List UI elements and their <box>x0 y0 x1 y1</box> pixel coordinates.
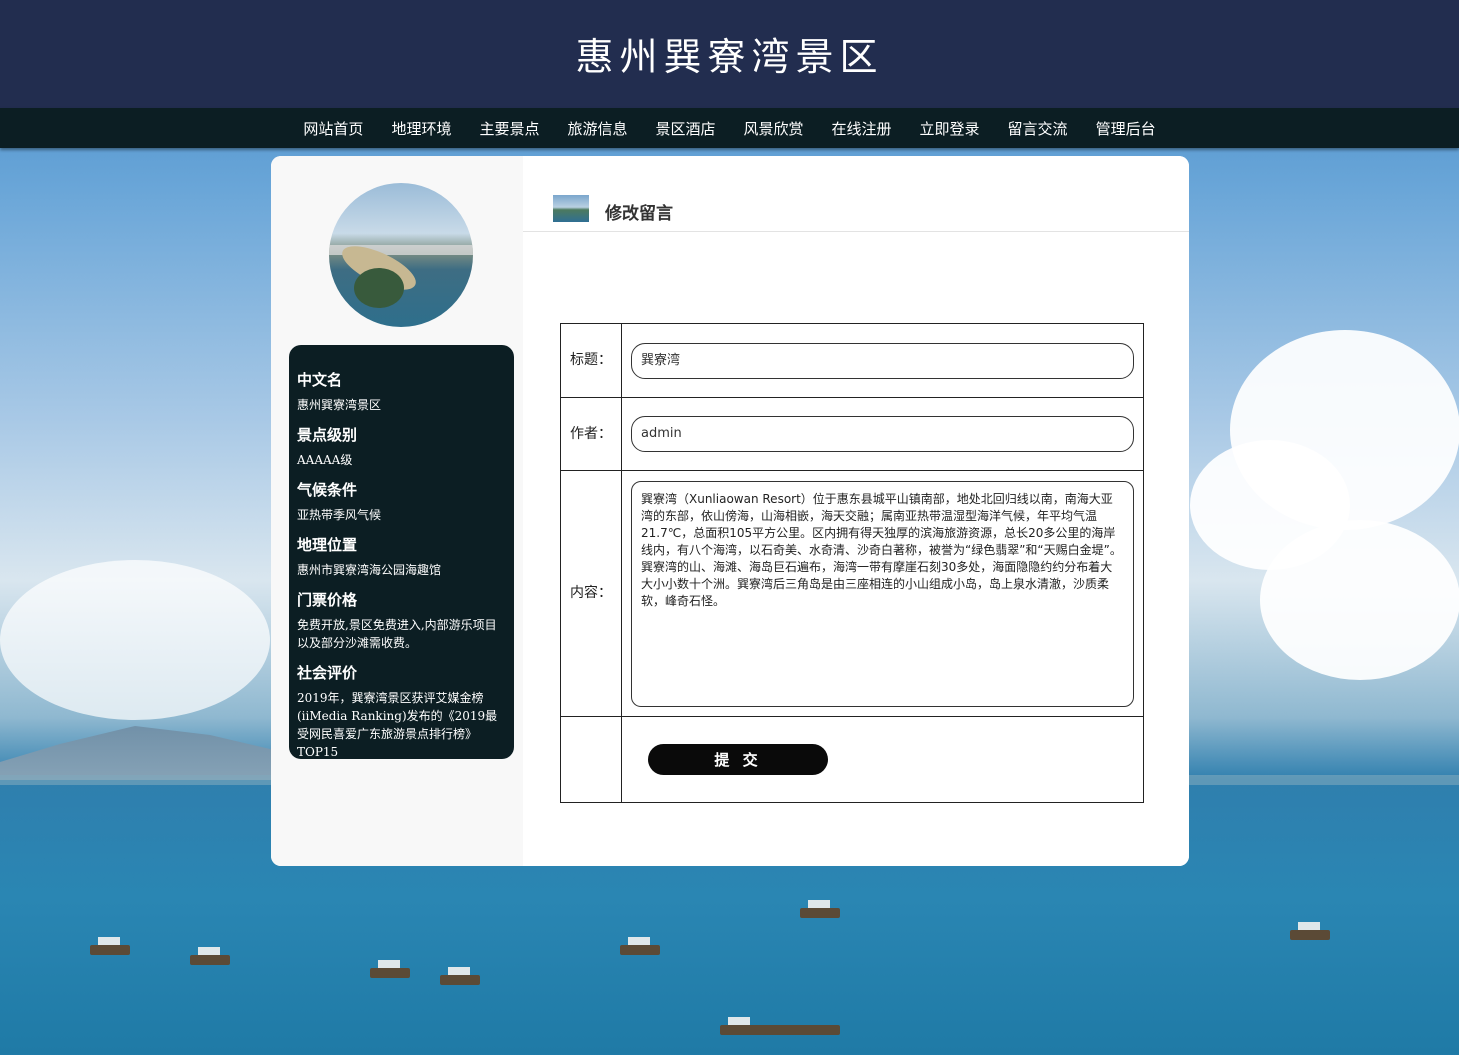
form-row-title: 标题： 巽寮湾 <box>560 323 1144 398</box>
sidebar: 中文名 惠州巽寮湾景区 景点级别 AAAAA级 气候条件 亚热带季风气候 地理位… <box>271 156 523 866</box>
background-boat <box>800 900 840 918</box>
background-boat <box>370 960 410 978</box>
info-heading-name: 中文名 <box>297 371 343 389</box>
info-heading-price: 门票价格 <box>297 591 358 609</box>
form-row-submit: 提 交 <box>560 716 1144 803</box>
info-value-climate: 亚热带季风气候 <box>297 508 382 522</box>
main-nav: 网站首页 地理环境 主要景点 旅游信息 景区酒店 风景欣赏 在线注册 立即登录 … <box>0 108 1459 148</box>
edit-message-form: 标题： 巽寮湾 作者： admin 内容： 巽寮湾（Xunliaowan Res… <box>560 323 1144 803</box>
background-boat <box>190 947 230 965</box>
info-heading-level: 景点级别 <box>297 426 358 444</box>
info-value-level: AAAAA级 <box>297 453 353 467</box>
site-title: 惠州巽寮湾景区 <box>575 35 884 79</box>
page-title: 修改留言 <box>605 204 673 224</box>
header-thumbnail-image <box>553 195 589 222</box>
submit-button[interactable]: 提 交 <box>648 744 828 775</box>
background-cloud <box>0 560 270 720</box>
background-boat <box>1290 922 1330 940</box>
submit-cell: 提 交 <box>621 716 1144 803</box>
scenic-avatar-image <box>329 183 473 327</box>
content-label: 内容： <box>560 470 622 717</box>
nav-item-login[interactable]: 立即登录 <box>920 118 980 139</box>
info-heading-climate: 气候条件 <box>297 481 358 499</box>
background-boat <box>90 937 130 955</box>
nav-item-travel-info[interactable]: 旅游信息 <box>567 118 627 139</box>
submit-label-cell <box>560 716 622 803</box>
scenic-info-box: 中文名 惠州巽寮湾景区 景点级别 AAAAA级 气候条件 亚热带季风气候 地理位… <box>289 345 514 759</box>
nav-item-attractions[interactable]: 主要景点 <box>479 118 539 139</box>
author-label: 作者： <box>560 397 622 471</box>
title-field-cell: 巽寮湾 <box>621 323 1144 398</box>
info-value-review: 2019年，巽寮湾景区获评艾媒金榜(iiMedia Ranking)发布的《20… <box>297 691 498 759</box>
site-header: 惠州巽寮湾景区 <box>0 0 1459 108</box>
background-mountain <box>0 726 300 780</box>
author-input[interactable]: admin <box>631 416 1134 452</box>
info-heading-location: 地理位置 <box>297 536 358 554</box>
background-boat <box>720 1017 840 1035</box>
form-row-content: 内容： 巽寮湾（Xunliaowan Resort）位于惠东县城平山镇南部，地处… <box>560 470 1144 717</box>
title-input[interactable]: 巽寮湾 <box>631 342 1134 379</box>
main-panel: 中文名 惠州巽寮湾景区 景点级别 AAAAA级 气候条件 亚热带季风气候 地理位… <box>271 156 1189 866</box>
info-heading-review: 社会评价 <box>297 664 358 682</box>
info-value-price: 免费开放,景区免费进入,内部游乐项目以及部分沙滩需收费。 <box>297 618 497 650</box>
content-field-cell: 巽寮湾（Xunliaowan Resort）位于惠东县城平山镇南部，地处北回归线… <box>621 470 1144 717</box>
avatar-hill <box>354 268 404 308</box>
form-row-author: 作者： admin <box>560 397 1144 471</box>
author-field-cell: admin <box>621 397 1144 471</box>
content-header: 修改留言 <box>523 156 1189 232</box>
content-textarea[interactable]: 巽寮湾（Xunliaowan Resort）位于惠东县城平山镇南部，地处北回归线… <box>631 480 1134 707</box>
background-boat <box>620 937 660 955</box>
nav-item-register[interactable]: 在线注册 <box>832 118 892 139</box>
info-value-name: 惠州巽寮湾景区 <box>297 398 382 412</box>
nav-item-messages[interactable]: 留言交流 <box>1008 118 1068 139</box>
title-label: 标题： <box>560 323 622 398</box>
nav-item-hotels[interactable]: 景区酒店 <box>655 118 715 139</box>
nav-item-admin[interactable]: 管理后台 <box>1096 118 1156 139</box>
nav-item-home[interactable]: 网站首页 <box>303 118 363 139</box>
background-cloud <box>1260 520 1459 680</box>
background-boat <box>440 967 480 985</box>
content-area: 修改留言 标题： 巽寮湾 作者： admin 内容： 巽寮湾（Xunliaowa… <box>523 156 1189 866</box>
nav-item-geography[interactable]: 地理环境 <box>391 118 451 139</box>
info-value-location: 惠州市巽寮湾海公园海趣馆 <box>297 563 442 577</box>
nav-item-scenery[interactable]: 风景欣赏 <box>744 118 804 139</box>
